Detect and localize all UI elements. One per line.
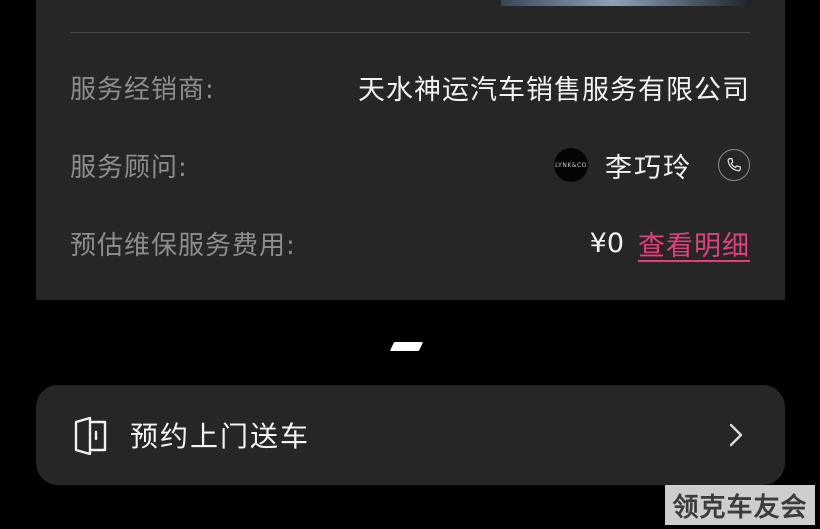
- fee-info: ¥0 查看明细: [590, 224, 750, 263]
- watermark: 领克车友会: [665, 485, 815, 525]
- advisor-info: LYNK&CO 李巧玲: [554, 146, 750, 185]
- advisor-name: 李巧玲: [605, 152, 692, 184]
- advisor-label: 服务顾问:: [70, 152, 188, 183]
- avatar-logo-text: LYNK&CO: [555, 161, 587, 169]
- dealer-row: 服务经销商: 天水神运汽车销售服务有限公司: [70, 67, 750, 107]
- avatar: LYNK&CO: [554, 148, 588, 182]
- fee-label: 预估维保服务费用:: [70, 230, 296, 261]
- phone-icon: [727, 158, 741, 172]
- call-advisor-button[interactable]: [718, 149, 750, 181]
- watermark-text: 领克车友会: [672, 492, 808, 523]
- vehicle-image-strip: [501, 0, 751, 6]
- chevron-right-icon: [729, 423, 743, 447]
- door-icon: [72, 415, 110, 455]
- dealer-label: 服务经销商:: [70, 74, 215, 105]
- drag-handle[interactable]: [389, 342, 424, 351]
- fee-row: 预估维保服务费用: ¥0 查看明细: [70, 223, 750, 263]
- view-details-link[interactable]: 查看明细: [638, 224, 750, 263]
- advisor-row: 服务顾问: LYNK&CO 李巧玲: [70, 145, 750, 185]
- divider: [70, 32, 750, 33]
- pickup-delivery-button[interactable]: 预约上门送车: [36, 385, 785, 485]
- dealer-name: 天水神运汽车销售服务有限公司: [358, 74, 750, 106]
- pickup-delivery-label: 预约上门送车: [130, 420, 311, 453]
- fee-amount: ¥0: [589, 227, 624, 259]
- service-info-card: 服务经销商: 天水神运汽车销售服务有限公司 服务顾问: LYNK&CO 李巧玲 …: [36, 0, 785, 300]
